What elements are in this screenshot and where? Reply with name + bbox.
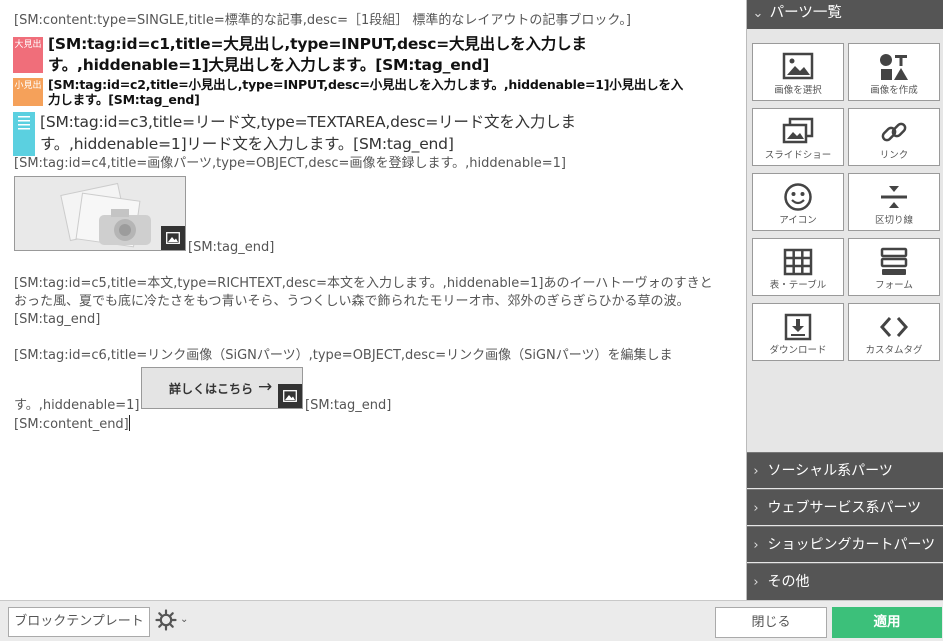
divider-icon (881, 186, 907, 208)
slideshow-icon (782, 117, 814, 144)
chevron-down-icon: ⌄ (752, 6, 764, 21)
part-divider[interactable]: 区切り線 (848, 173, 940, 231)
link-tag-line-1: [SM:tag:id=c6,title=リンク画像（SiGNパーツ）,type=… (14, 348, 673, 363)
image-edit-button[interactable] (161, 226, 185, 250)
h2-badge: 小見出 (13, 78, 43, 106)
category-label: ソーシャル系パーツ (767, 463, 893, 479)
link-icon (881, 122, 907, 142)
chevron-right-icon: › (753, 501, 759, 516)
create-image-icon (880, 54, 908, 80)
apply-button[interactable]: 適用 (832, 607, 942, 638)
part-link[interactable]: リンク (848, 108, 940, 166)
image-part-tag: [SM:tag:id=c4,title=画像パーツ,type=OBJECT,de… (14, 156, 566, 171)
content-start-tag: [SM:content:type=SINGLE,title=標準的な記事,des… (14, 13, 631, 28)
part-icon[interactable]: アイコン (752, 173, 844, 231)
link-image-object[interactable]: 詳しくはこちら → (141, 367, 303, 409)
part-label: 区切り線 (874, 215, 913, 226)
h1-line-1[interactable]: [SM:tag:id=c1,title=大見出し,type=INPUT,desc… (48, 34, 587, 55)
block-template-button[interactable]: ブロックテンプレート (8, 607, 150, 637)
parts-panel-title: パーツ一覧 (769, 5, 842, 21)
chevron-down-icon[interactable]: ⌄ (180, 614, 188, 625)
part-label: アイコン (779, 215, 817, 226)
link-button-label: 詳しくはこちら (169, 382, 254, 396)
chevron-right-icon: › (753, 464, 759, 479)
parts-grid: 画像を選択 画像を作成 スライドショー リンク アイコン 区切り線 表・テーブル… (752, 43, 940, 361)
category-web-service[interactable]: › ウェブサービス系パーツ (747, 489, 943, 525)
part-label: 画像を選択 (774, 85, 822, 96)
content-end-tag: [SM:content_end] (14, 417, 129, 432)
chevron-right-icon: › (753, 538, 759, 553)
parts-panel-header[interactable]: ⌄ パーツ一覧 (747, 0, 943, 29)
image-icon (782, 52, 814, 80)
body-line-2[interactable]: おった風、夏でも底に冷たさをもつ青いそら、うつくしい森で飾られたモリーオ市、郊外… (14, 293, 689, 311)
h1-badge-label: 大見出 (14, 40, 42, 50)
gear-icon[interactable] (155, 609, 177, 631)
category-label: その他 (767, 574, 810, 590)
lead-line-2[interactable]: す。,hiddenable=1]リード文を入力します。[SM:tag_end] (40, 133, 454, 155)
part-label: 表・テーブル (769, 280, 827, 291)
h2-line-2[interactable]: 力します。[SM:tag_end] (48, 92, 200, 107)
image-part-object[interactable] (14, 176, 186, 251)
part-slideshow[interactable]: スライドショー (752, 108, 844, 166)
parts-panel: ⌄ パーツ一覧 画像を選択 画像を作成 スライドショー リンク アイコン 区切り… (746, 0, 943, 600)
lead-line-1[interactable]: [SM:tag:id=c3,title=リード文,type=TEXTAREA,d… (40, 111, 576, 133)
link-image-edit-button[interactable] (278, 384, 302, 408)
text-cursor (128, 415, 130, 431)
part-label: 画像を作成 (870, 85, 918, 96)
link-tag-end: [SM:tag_end] (305, 398, 392, 413)
part-image-select[interactable]: 画像を選択 (752, 43, 844, 101)
table-icon (783, 248, 813, 276)
image-tag-end: [SM:tag_end] (188, 240, 275, 255)
part-label: リンク (879, 150, 909, 161)
h2-line-1[interactable]: [SM:tag:id=c2,title=小見出し,type=INPUT,desc… (48, 77, 683, 92)
part-custom-tag[interactable]: カスタムタグ (848, 303, 940, 361)
arrow-right-icon: → (258, 377, 273, 397)
chevron-right-icon: › (753, 575, 759, 590)
body-line-3[interactable]: [SM:tag_end] (14, 311, 100, 329)
part-table[interactable]: 表・テーブル (752, 238, 844, 296)
content-end-line: [SM:content_end] (14, 415, 130, 434)
category-label: ウェブサービス系パーツ (767, 500, 922, 516)
close-button[interactable]: 閉じる (715, 607, 827, 638)
part-label: フォーム (875, 280, 913, 291)
form-icon (880, 247, 908, 275)
code-icon (879, 317, 909, 337)
h1-line-2[interactable]: す。,hiddenable=1]大見出しを入力します。[SM:tag_end] (48, 55, 489, 76)
part-image-create[interactable]: 画像を作成 (848, 43, 940, 101)
part-label: カスタムタグ (865, 345, 923, 356)
category-label: ショッピングカートパーツ (767, 537, 936, 553)
image-icon (166, 232, 180, 244)
footer-bar: ブロックテンプレート ⌄ 閉じる 適用 (0, 600, 943, 641)
part-download[interactable]: ダウンロード (752, 303, 844, 361)
download-icon (784, 313, 812, 341)
part-form[interactable]: フォーム (848, 238, 940, 296)
part-label: ダウンロード (769, 345, 827, 356)
category-other[interactable]: › その他 (747, 563, 943, 600)
part-label: スライドショー (764, 150, 832, 161)
category-shopping-cart[interactable]: › ショッピングカートパーツ (747, 526, 943, 562)
smiley-icon (784, 183, 812, 211)
text-lines-icon (18, 116, 30, 130)
h1-badge: 大見出 (13, 37, 43, 73)
block-editor[interactable]: [SM:content:type=SINGLE,title=標準的な記事,des… (0, 0, 746, 600)
lead-badge (13, 112, 35, 156)
body-line-1[interactable]: [SM:tag:id=c5,title=本文,type=RICHTEXT,des… (14, 275, 713, 293)
image-icon (283, 390, 297, 402)
link-tag-line-2: す。,hiddenable=1] (14, 398, 140, 413)
category-social[interactable]: › ソーシャル系パーツ (747, 452, 943, 488)
h2-badge-label: 小見出 (14, 81, 42, 91)
